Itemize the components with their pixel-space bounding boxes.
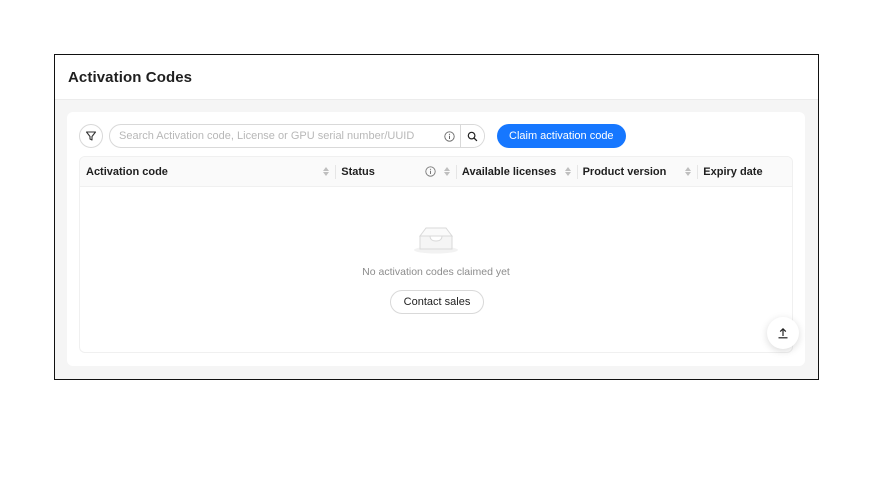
filter-icon — [85, 131, 97, 141]
info-icon[interactable] — [425, 166, 436, 177]
claim-activation-code-button[interactable]: Claim activation code — [497, 124, 626, 148]
activation-codes-card: Claim activation code Activation code St… — [67, 112, 805, 366]
column-label: Expiry date — [703, 165, 763, 178]
search-button[interactable] — [460, 125, 484, 147]
back-to-top-button[interactable] — [767, 317, 799, 349]
column-label: Activation code — [86, 165, 168, 178]
column-header-status[interactable]: Status — [335, 157, 456, 186]
column-label: Product version — [582, 165, 667, 178]
info-icon[interactable] — [438, 125, 460, 147]
column-header-activation-code[interactable]: Activation code — [80, 157, 335, 186]
sort-icon[interactable] — [564, 167, 571, 176]
column-label: Available licenses — [461, 165, 557, 178]
column-header-available-licenses[interactable]: Available licenses — [455, 157, 577, 186]
filter-button[interactable] — [79, 124, 103, 148]
activation-codes-table: Activation code Status Available license… — [79, 156, 793, 353]
empty-message: No activation codes claimed yet — [362, 266, 510, 278]
column-label: Status — [341, 165, 375, 178]
column-header-product-version[interactable]: Product version — [576, 157, 698, 186]
search-box — [109, 124, 485, 148]
table-header: Activation code Status Available license… — [80, 157, 792, 187]
sort-icon[interactable] — [443, 167, 450, 176]
page-header: Activation Codes — [55, 55, 818, 100]
empty-inbox-icon — [414, 227, 458, 254]
column-header-expiry-date[interactable]: Expiry date — [697, 157, 792, 186]
empty-state: No activation codes claimed yet Contact … — [80, 187, 792, 352]
sort-icon[interactable] — [323, 167, 330, 176]
activation-codes-window: Activation Codes Search Activation code,… — [54, 54, 819, 380]
sort-icon[interactable] — [685, 167, 692, 176]
toolbar: Claim activation code — [79, 124, 626, 148]
contact-sales-button[interactable]: Contact sales — [390, 290, 484, 314]
arrow-up-icon — [778, 327, 788, 339]
search-input[interactable] — [110, 125, 438, 147]
search-icon — [467, 131, 478, 141]
page-title: Activation Codes — [68, 68, 193, 86]
